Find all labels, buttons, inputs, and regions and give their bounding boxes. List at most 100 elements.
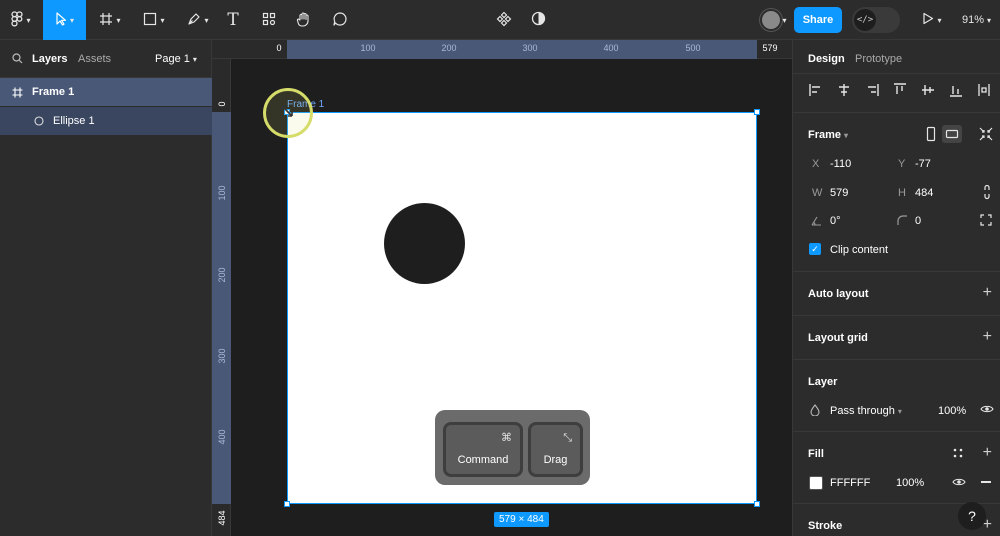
blend-mode-icon	[810, 404, 820, 419]
eye-icon[interactable]	[952, 477, 966, 490]
blend-mode-label: Pass through	[830, 405, 895, 417]
ruler-tick-label: 579	[762, 43, 778, 53]
ruler-tick-label: 100	[217, 185, 227, 201]
x-input[interactable]: -110	[830, 158, 851, 170]
divider	[793, 359, 1000, 360]
corner-radius-input[interactable]: 0	[915, 215, 921, 227]
eye-icon[interactable]	[980, 404, 994, 417]
layer-opacity-input[interactable]: 100%	[938, 405, 966, 417]
ruler-top: 0 100 200 300 400 500 579	[212, 40, 792, 59]
dev-mode-toggle[interactable]: </>	[852, 7, 900, 33]
rotation-input[interactable]: 0°	[830, 215, 841, 227]
clip-content-checkbox[interactable]: ✓	[809, 243, 821, 255]
zoom-menu[interactable]: 91% ▾	[962, 0, 991, 40]
y-label: Y	[898, 158, 906, 170]
play-icon	[922, 12, 934, 28]
theme-toggle-button[interactable]	[526, 0, 550, 40]
help-icon: ?	[968, 508, 976, 524]
align-left-icon[interactable]	[808, 82, 824, 98]
main-menu-button[interactable]: ▾	[6, 0, 36, 40]
add-auto-layout-icon[interactable]: +	[983, 285, 992, 301]
ruler-tick-label: 200	[441, 43, 457, 53]
page-selector[interactable]: Page 1 ▾	[155, 53, 197, 65]
zoom-level: 91%	[962, 14, 985, 26]
frame-section-title[interactable]: Frame ▾	[808, 129, 848, 141]
pen-tool-button[interactable]: ▾	[180, 0, 216, 40]
divider	[793, 112, 1000, 113]
ruler-tick-label: 100	[360, 43, 376, 53]
figma-logo-icon	[11, 10, 24, 30]
tab-design[interactable]: Design	[808, 53, 845, 65]
auto-layout-title: Auto layout	[808, 288, 869, 300]
ruler-tick-label: 400	[217, 429, 227, 445]
left-panel: Layers Assets Page 1 ▾ Frame 1 Ellipse 1	[0, 40, 212, 536]
resize-handle-bottom-left[interactable]	[284, 501, 290, 507]
avatar-menu-button[interactable]: ▾	[778, 0, 788, 40]
y-input[interactable]: -77	[915, 158, 931, 170]
chevron-down-icon: ▾	[987, 15, 992, 25]
tab-layers[interactable]: Layers	[32, 53, 67, 65]
ellipse-1[interactable]	[384, 203, 465, 284]
chevron-down-icon: ▾	[897, 407, 902, 416]
search-icon[interactable]	[12, 53, 23, 67]
cursor-arrow-icon	[55, 11, 67, 29]
height-input[interactable]: 484	[915, 187, 933, 199]
share-button[interactable]: Share	[794, 7, 842, 33]
stroke-section-title: Stroke	[808, 520, 843, 532]
chevron-down-icon: ▾	[782, 15, 787, 25]
align-vertical-center-icon[interactable]	[920, 82, 936, 98]
present-button[interactable]: ▾	[918, 0, 946, 40]
hand-tool-button[interactable]	[292, 0, 316, 40]
fill-color-swatch[interactable]	[809, 476, 823, 490]
drag-key: ⤡ Drag	[528, 422, 583, 477]
distribute-icon[interactable]	[976, 82, 992, 98]
landscape-icon[interactable]	[942, 125, 962, 143]
constrain-proportions-icon[interactable]	[983, 184, 991, 203]
align-bottom-icon[interactable]	[948, 82, 964, 98]
resources-button[interactable]	[258, 0, 280, 40]
divider	[793, 431, 1000, 432]
add-fill-icon[interactable]: +	[983, 445, 992, 461]
layer-name: Ellipse 1	[53, 115, 95, 127]
portrait-icon[interactable]	[925, 126, 937, 145]
help-button[interactable]: ?	[958, 502, 986, 530]
chevron-down-icon: ▾	[204, 15, 209, 25]
chevron-down-icon: ▾	[116, 15, 121, 25]
blend-mode-select[interactable]: Pass through ▾	[830, 405, 902, 417]
chevron-down-icon: ▾	[192, 55, 197, 64]
comment-tool-button[interactable]	[328, 0, 352, 40]
styles-grid-icon[interactable]	[953, 448, 963, 461]
resize-to-fit-icon[interactable]	[979, 127, 993, 144]
chevron-down-icon: ▾	[160, 15, 165, 25]
fill-opacity-input[interactable]: 100%	[896, 477, 924, 489]
drag-icon: ⤡	[563, 431, 572, 444]
ruler-tick-label: 0	[276, 43, 282, 53]
resize-handle-bottom-right[interactable]	[754, 501, 760, 507]
independent-corners-icon[interactable]	[980, 214, 992, 229]
fill-hex-input[interactable]: FFFFFF	[830, 477, 870, 489]
layer-name: Frame 1	[32, 86, 75, 98]
text-tool-button[interactable]: T	[222, 0, 244, 40]
align-right-icon[interactable]	[864, 82, 880, 98]
size-badge: 579 × 484	[494, 512, 549, 527]
shape-tool-button[interactable]: ▾	[136, 0, 172, 40]
add-layout-grid-icon[interactable]: +	[983, 329, 992, 345]
tab-assets[interactable]: Assets	[78, 53, 111, 65]
ruler-tick-label: 300	[217, 348, 227, 364]
move-tool-button[interactable]: ▾	[43, 0, 86, 40]
remove-fill-icon[interactable]	[981, 481, 991, 483]
tab-prototype[interactable]: Prototype	[855, 53, 902, 65]
align-horizontal-center-icon[interactable]	[836, 82, 852, 98]
frame-icon	[99, 12, 113, 29]
divider	[793, 315, 1000, 316]
clip-content-label: Clip content	[830, 244, 889, 256]
frame-tool-button[interactable]: ▾	[92, 0, 128, 40]
components-button[interactable]	[492, 0, 516, 40]
ellipse-icon	[34, 116, 44, 126]
layer-row-frame[interactable]: Frame 1	[0, 78, 212, 106]
layer-row-ellipse[interactable]: Ellipse 1	[0, 107, 212, 135]
align-top-icon[interactable]	[892, 82, 908, 98]
comment-icon	[332, 11, 348, 30]
resize-handle-top-right[interactable]	[754, 109, 760, 115]
width-input[interactable]: 579	[830, 187, 848, 199]
